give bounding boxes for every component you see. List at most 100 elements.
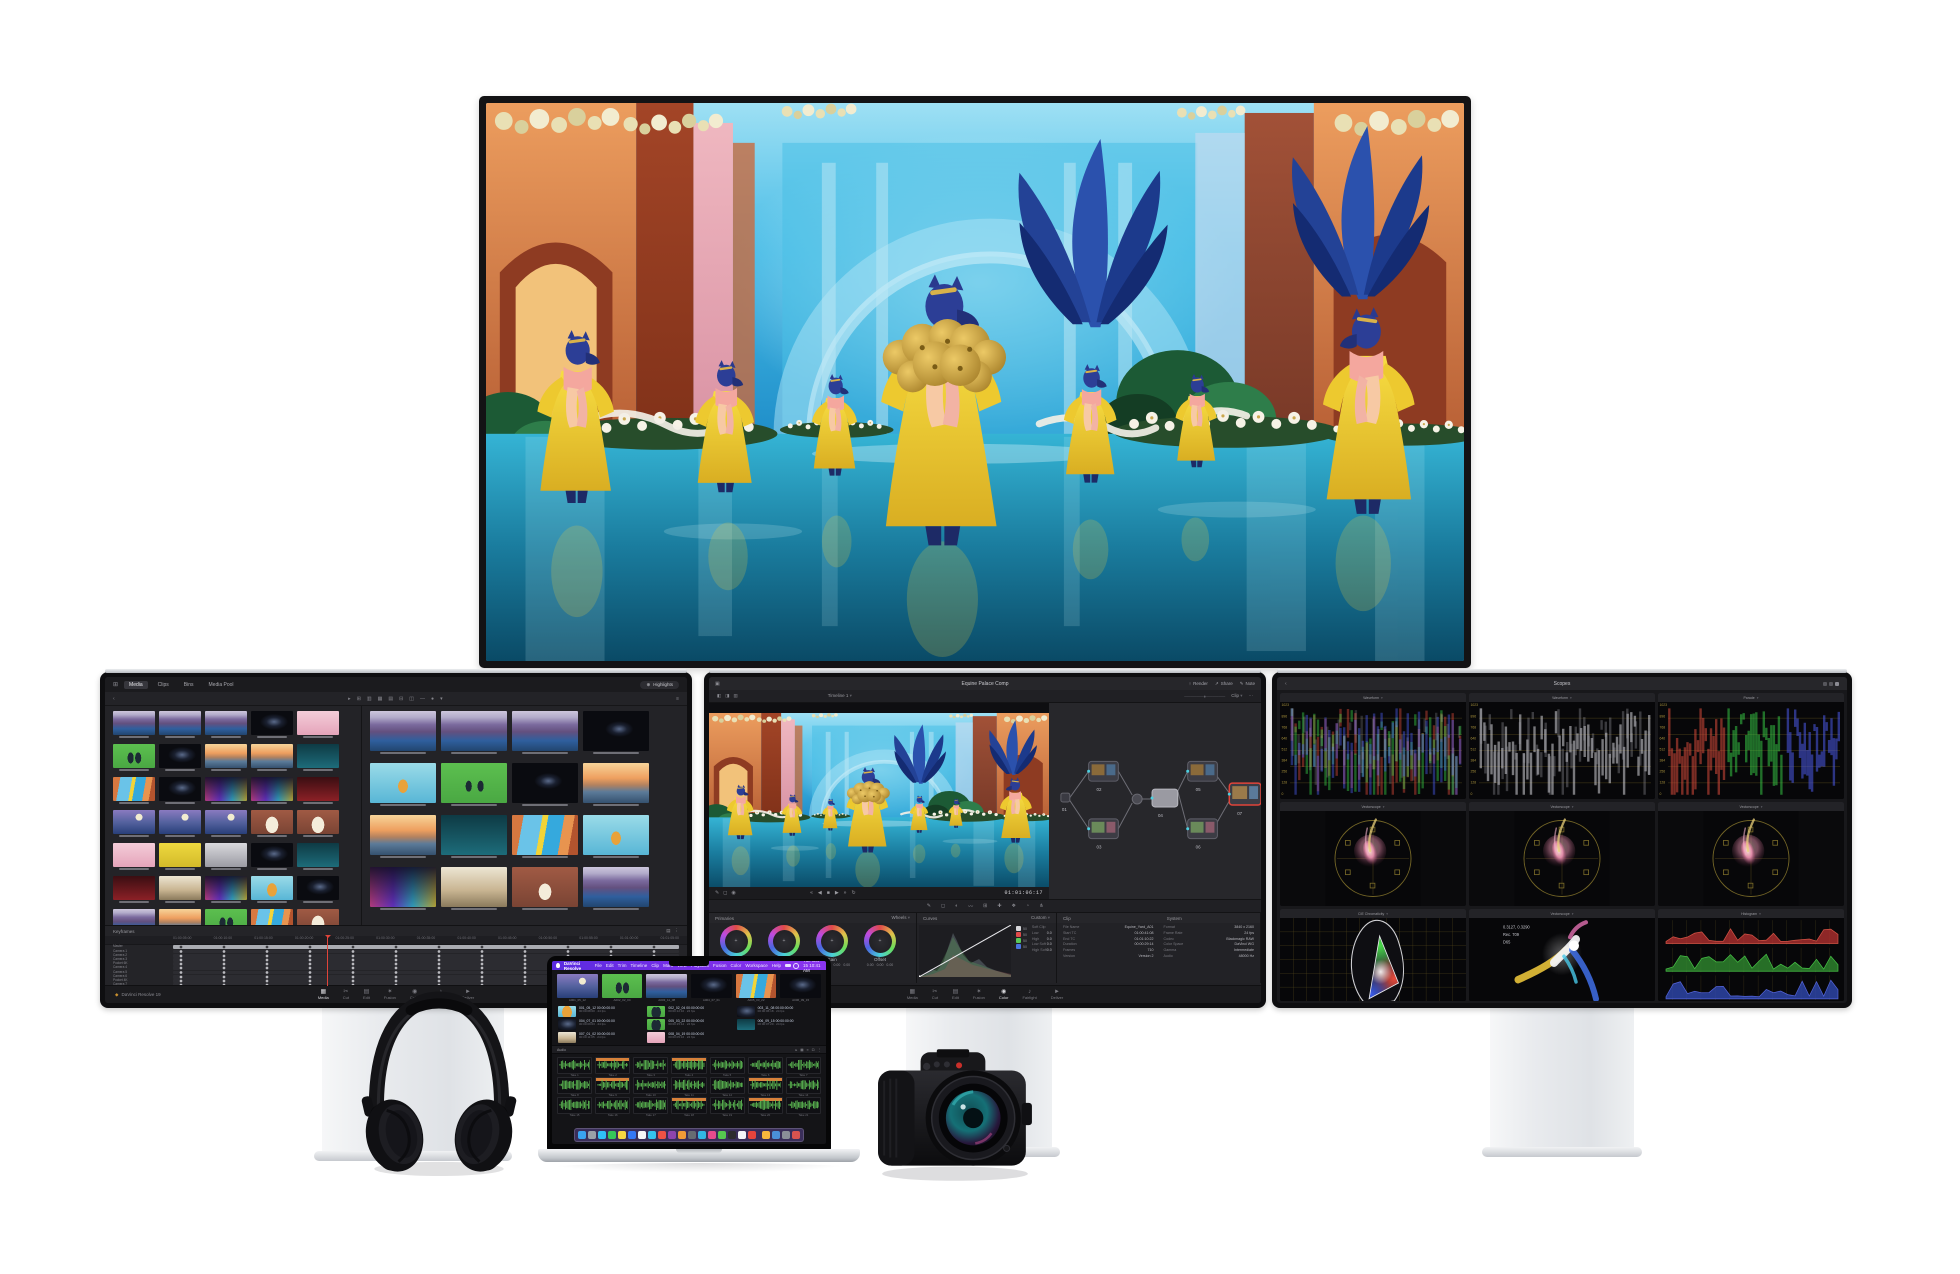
dock-icon[interactable]: [638, 1131, 646, 1139]
audio-take-tile[interactable]: Take 18: [671, 1097, 706, 1114]
clip-thumbnail[interactable]: [512, 763, 578, 803]
clip-thumbnail[interactable]: [113, 711, 155, 735]
clip-thumbnail[interactable]: [159, 843, 201, 867]
clip-thumbnail[interactable]: [159, 744, 201, 768]
clip-thumbnail[interactable]: [370, 815, 436, 855]
clip-thumbnail[interactable]: [113, 810, 155, 834]
dock-icon[interactable]: [658, 1131, 666, 1139]
clip-thumbnail[interactable]: [297, 744, 339, 768]
dock-icon[interactable]: [648, 1131, 656, 1139]
track-lane[interactable]: [173, 945, 679, 949]
laptop-clip-thumbnail[interactable]: A001_05_12: [557, 974, 598, 998]
playhead[interactable]: [327, 936, 328, 986]
clip-thumbnail[interactable]: [113, 876, 155, 900]
audio-take-tile[interactable]: Take 8: [557, 1077, 592, 1094]
viewer-tools-icons[interactable]: ✎◻◉: [715, 890, 736, 896]
apple-icon[interactable]: [556, 963, 560, 968]
page-button-edit[interactable]: ▤Edit: [952, 989, 959, 1000]
laptop-list-item[interactable]: 004_07_01 00:00:00:0000:00:09:03 · 24 fp…: [558, 1019, 641, 1030]
clip-thumbnail[interactable]: [297, 810, 339, 834]
clip-thumbnail[interactable]: [251, 777, 293, 801]
scope-panel-header[interactable]: CIE Chromaticity▾: [1280, 909, 1466, 918]
laptop-list-item[interactable]: 007_01_02 00:00:00:0000:00:11:05 · 24 fp…: [558, 1032, 641, 1043]
dock-icon[interactable]: [762, 1131, 770, 1139]
audio-take-tile[interactable]: Take 20: [748, 1097, 783, 1114]
scope-panel-header[interactable]: Waveform▾: [1280, 693, 1466, 702]
dock-icon[interactable]: [628, 1131, 636, 1139]
curve-mode-dropdown[interactable]: Custom ▾: [1031, 915, 1050, 921]
color-wheel-offset[interactable]: +Offset0.000.000.00: [859, 925, 901, 967]
laptop-clip-thumbnail[interactable]: A005_03_22: [736, 974, 777, 998]
laptop-list-item[interactable]: 001_05_12 00:00:00:0000:00:08:00 · 24 fp…: [558, 1006, 641, 1017]
curve-channel-B[interactable]: 50: [1016, 944, 1027, 949]
audio-take-tile[interactable]: Take 1: [557, 1057, 592, 1074]
clip-thumbnail[interactable]: [512, 815, 578, 855]
scope-panel-header[interactable]: Vectorscope▾: [1658, 802, 1844, 811]
app-grid-icon[interactable]: ⊞: [113, 681, 118, 688]
keyframes-view-icons[interactable]: ▤⋮: [666, 928, 679, 934]
clip-thumbnail[interactable]: [113, 843, 155, 867]
audio-take-tile[interactable]: Take 12: [710, 1077, 745, 1094]
dock-icon[interactable]: [678, 1131, 686, 1139]
status-icons[interactable]: [785, 963, 799, 969]
audio-take-tile[interactable]: Take 2: [595, 1057, 630, 1074]
scope-panel-header[interactable]: Waveform▾: [1469, 693, 1655, 702]
wheel-mode-dropdown[interactable]: Wheels ▾: [891, 915, 910, 921]
view-options-icons[interactable]: ▸⊞▥▦▤⊟◫—●▾: [348, 696, 442, 702]
menu-help[interactable]: Help: [772, 963, 781, 968]
clip-thumbnail[interactable]: [370, 711, 436, 751]
dock-icon[interactable]: [738, 1131, 746, 1139]
menu-fusion[interactable]: Fusion: [713, 963, 727, 968]
audio-take-tile[interactable]: Take 11: [671, 1077, 706, 1094]
clip-thumbnail[interactable]: [297, 777, 339, 801]
laptop-clip-thumbnail[interactable]: A003_11_08: [646, 974, 687, 998]
palette-toolbar[interactable]: ✎◻◐〰⊞✚❖◔⋔: [709, 899, 1261, 912]
curve-plot[interactable]: [919, 925, 1011, 977]
dock-icon[interactable]: [782, 1131, 790, 1139]
clip-thumbnail[interactable]: [251, 810, 293, 834]
clip-thumbnail[interactable]: [297, 843, 339, 867]
dock-icon[interactable]: [772, 1131, 780, 1139]
track-lane[interactable]: [173, 950, 679, 954]
audio-take-tile[interactable]: Take 5: [710, 1057, 745, 1074]
dock-icon[interactable]: [708, 1131, 716, 1139]
back-icon[interactable]: ‹: [113, 696, 115, 702]
audio-take-tile[interactable]: Take 10: [633, 1077, 668, 1094]
audio-take-tile[interactable]: Take 6: [748, 1057, 783, 1074]
dock-icon[interactable]: [748, 1131, 756, 1139]
audio-view-icons[interactable]: ▸▦≡⊡⋮: [795, 1048, 821, 1052]
clip-thumbnail[interactable]: [441, 763, 507, 803]
scope-panel-header[interactable]: Parade▾: [1658, 693, 1844, 702]
timeline-track[interactable]: Camera 1: [105, 950, 687, 954]
page-button-media[interactable]: ▦Media: [907, 989, 918, 1000]
note-button[interactable]: ✎Note: [1240, 681, 1255, 687]
audio-take-tile[interactable]: Take 15: [557, 1097, 592, 1114]
sort-icon[interactable]: ≡: [676, 696, 679, 702]
audio-take-tile[interactable]: Take 19: [710, 1097, 745, 1114]
audio-take-tile[interactable]: Take 21: [786, 1097, 821, 1114]
laptop-list-item[interactable]: 008_04_19 00:00:00:0000:00:05:16 · 24 fp…: [647, 1032, 730, 1043]
timeline-track[interactable]: Master: [105, 945, 687, 949]
curve-channel-G[interactable]: 50: [1016, 938, 1027, 943]
clip-thumbnail[interactable]: [251, 843, 293, 867]
clip-thumbnail[interactable]: [370, 763, 436, 803]
page-button-deliver[interactable]: ►Deliver: [1051, 989, 1063, 1000]
scope-panel-header[interactable]: Histogram▾: [1658, 909, 1844, 918]
highlights-button[interactable]: ⊕ Highlights: [640, 681, 679, 689]
menu-color[interactable]: Color: [731, 963, 742, 968]
clip-thumbnail[interactable]: [205, 843, 247, 867]
laptop-list-item[interactable]: 003_11_08 00:00:00:0000:00:06:18 · 24 fp…: [737, 1006, 820, 1017]
clip-thumbnail[interactable]: [583, 815, 649, 855]
menu-timeline[interactable]: Timeline: [630, 963, 647, 968]
laptop-clip-thumbnail[interactable]: A004_07_01: [691, 974, 732, 998]
audio-take-tile[interactable]: Take 3: [633, 1057, 668, 1074]
clip-thumbnail[interactable]: [297, 711, 339, 735]
clip-thumbnail[interactable]: [441, 815, 507, 855]
dock-icon[interactable]: [668, 1131, 676, 1139]
clip-thumbnail[interactable]: [159, 711, 201, 735]
zoom-slider[interactable]: ──────●──────: [1184, 694, 1225, 699]
clip-thumbnail[interactable]: [205, 744, 247, 768]
dock-icon[interactable]: [578, 1131, 586, 1139]
scope-panel-header[interactable]: Vectorscope▾: [1469, 909, 1655, 918]
clip-thumbnail[interactable]: [583, 867, 649, 907]
